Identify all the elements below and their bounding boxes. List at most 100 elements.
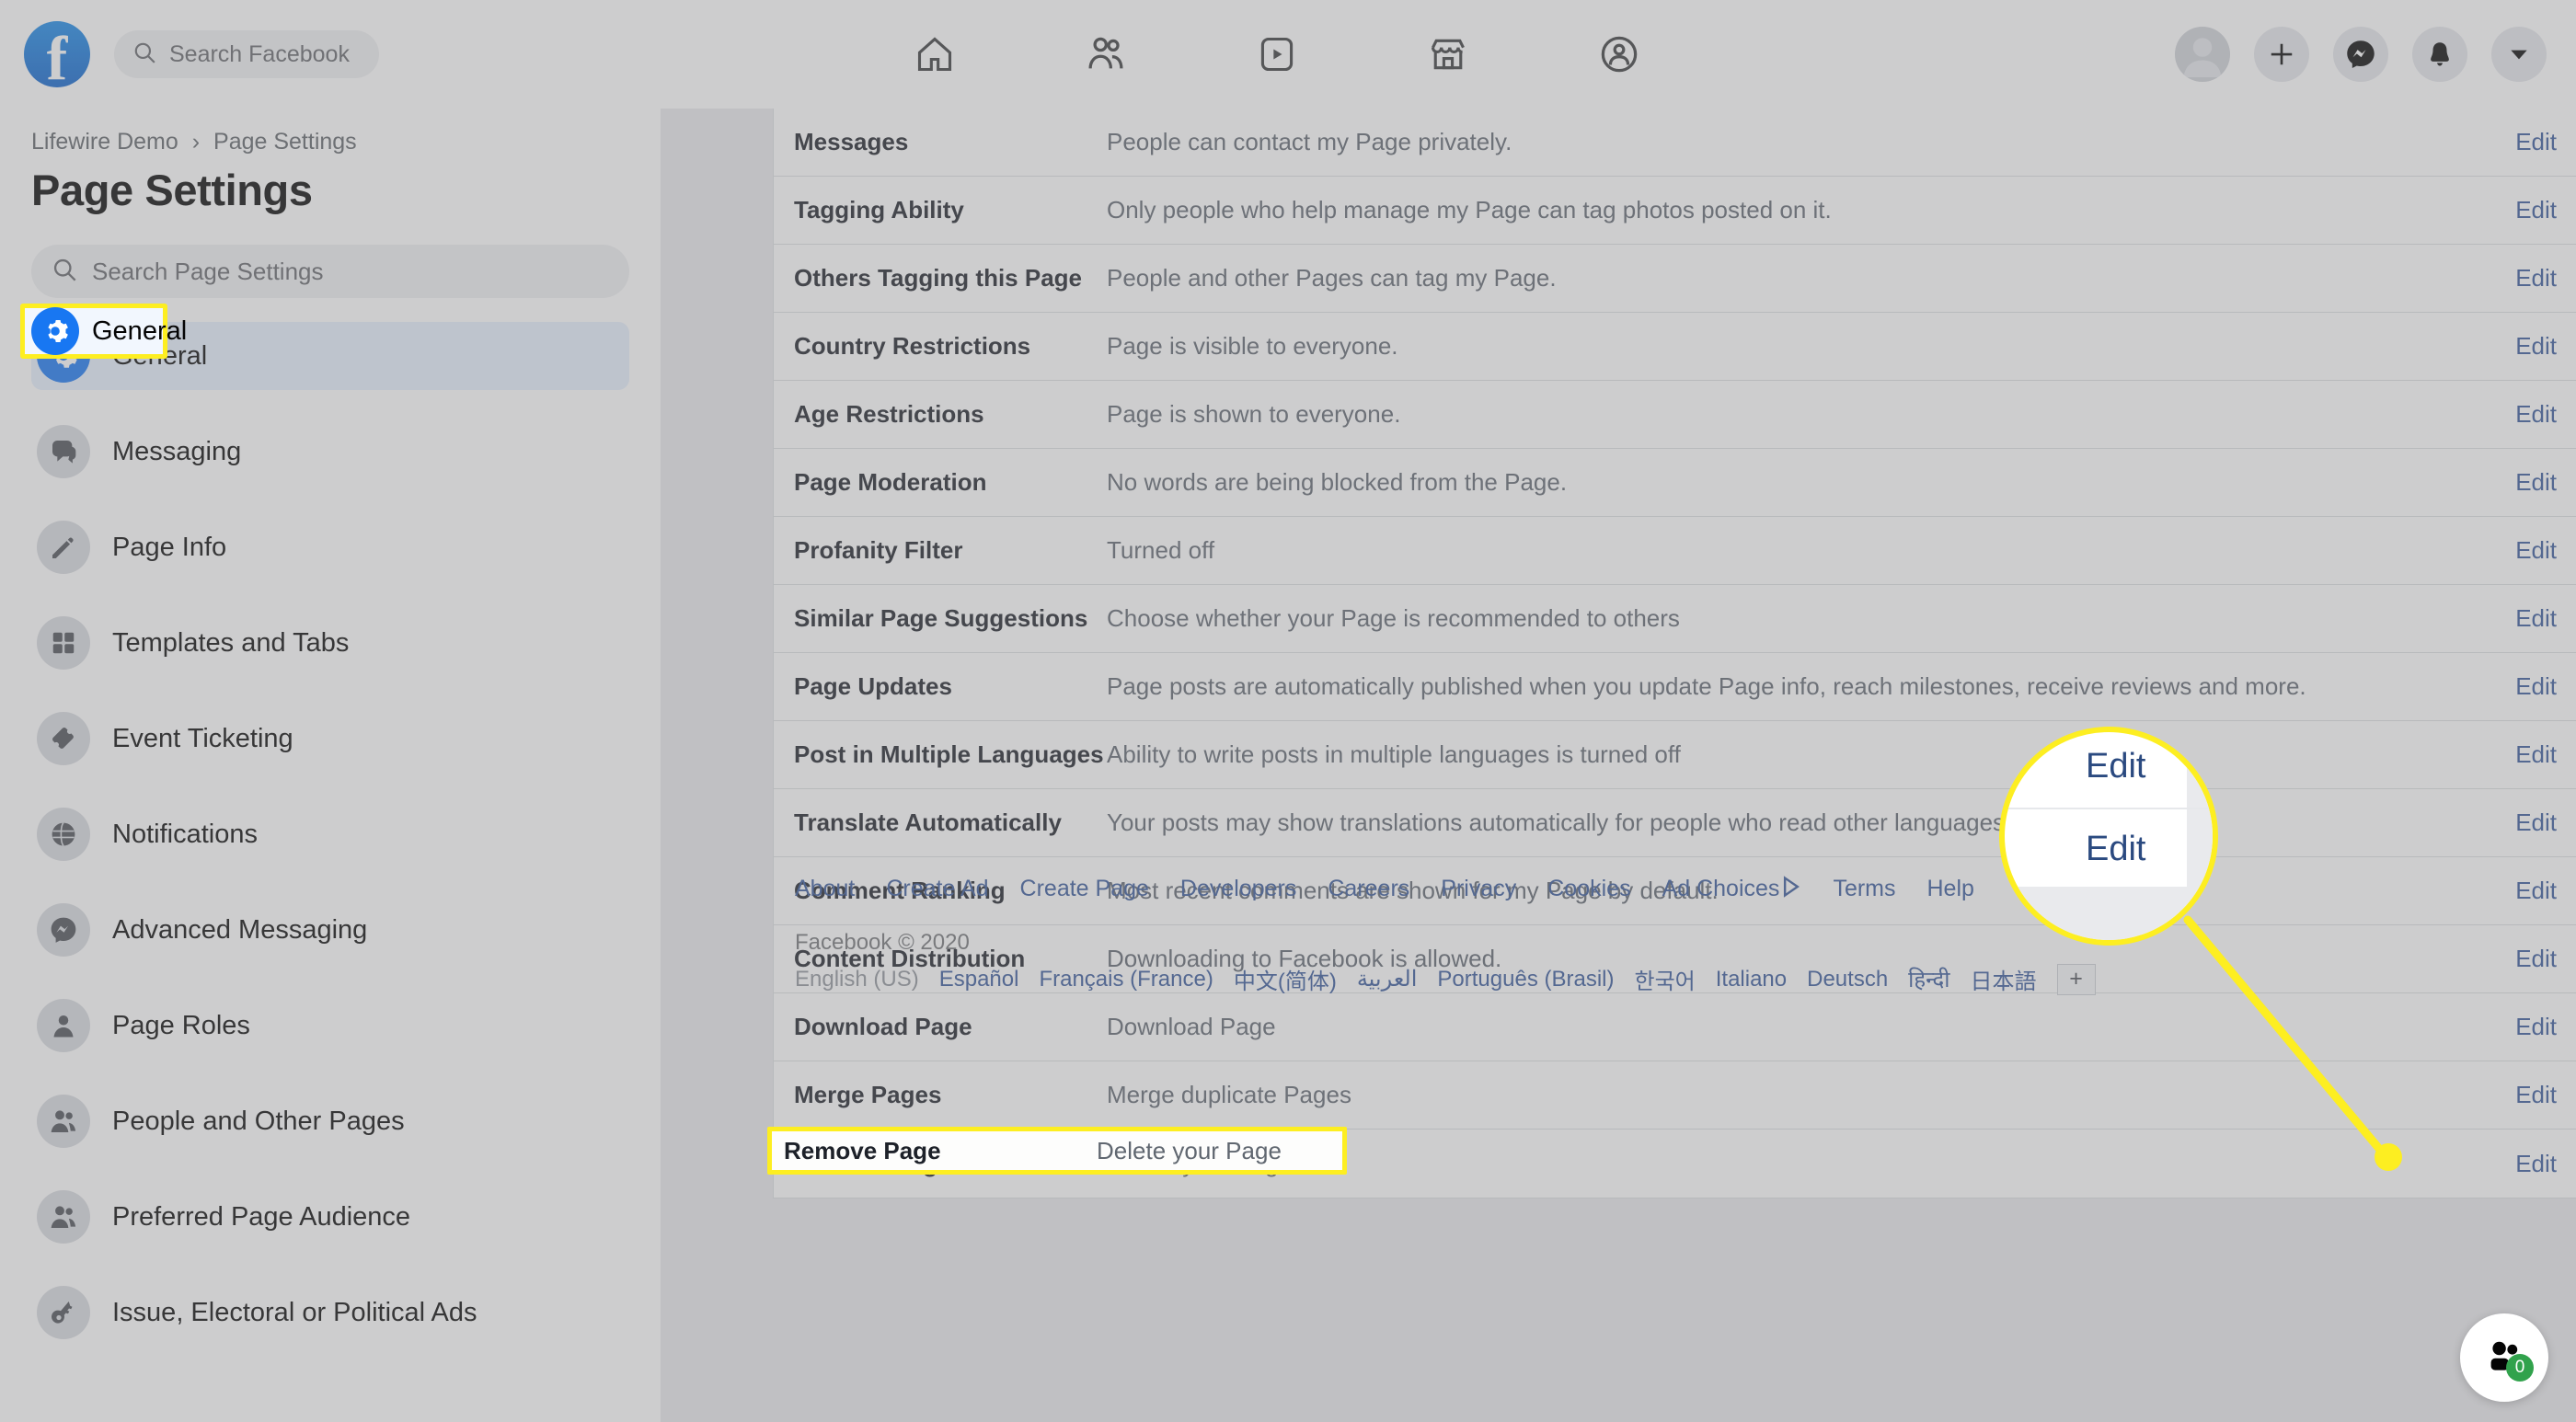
- footer-link-create-ad[interactable]: Create Ad: [886, 876, 988, 902]
- footer-link-cookies[interactable]: Cookies: [1547, 876, 1630, 902]
- table-row[interactable]: Country Restrictions Page is visible to …: [774, 313, 2576, 381]
- friends-icon[interactable]: [1077, 26, 1134, 83]
- language-option[interactable]: हिन्दी: [1908, 964, 1949, 994]
- sidebar-item-label: General: [112, 340, 208, 371]
- edit-link[interactable]: Edit: [2515, 604, 2557, 633]
- edit-link[interactable]: Edit: [2515, 400, 2557, 429]
- setting-label: Translate Automatically: [794, 808, 1062, 836]
- sidebar-item-preferred-page-audience[interactable]: Preferred Page Audience: [31, 1183, 629, 1251]
- footer-link-ad-choices[interactable]: Ad Choices: [1662, 876, 1802, 902]
- language-option[interactable]: 한국어: [1634, 963, 1695, 995]
- edit-link[interactable]: Edit: [2515, 1081, 2557, 1109]
- facebook-logo[interactable]: f: [24, 21, 90, 91]
- edit-link[interactable]: Edit: [2515, 740, 2557, 769]
- setting-description: Your posts may show translations automat…: [1107, 808, 2012, 836]
- top-navigation-bar: f Search Facebook: [0, 0, 2576, 109]
- edit-link[interactable]: Edit: [2515, 128, 2557, 156]
- table-row[interactable]: Download Page Download Page Edit: [774, 993, 2576, 1061]
- sidebar-item-page-info[interactable]: Page Info: [31, 513, 629, 581]
- table-row[interactable]: Messages People can contact my Page priv…: [774, 109, 2576, 177]
- edit-link[interactable]: Edit: [2515, 332, 2557, 361]
- sidebar-item-page-roles[interactable]: Page Roles: [31, 992, 629, 1060]
- table-row[interactable]: Tagging Ability Only people who help man…: [774, 177, 2576, 245]
- footer-link-about[interactable]: About: [795, 876, 855, 902]
- more-languages-button[interactable]: +: [2056, 963, 2096, 995]
- table-row[interactable]: Similar Page Suggestions Choose whether …: [774, 585, 2576, 653]
- setting-label: Post in Multiple Languages: [794, 740, 1104, 768]
- setting-description: People and other Pages can tag my Page.: [1107, 264, 1557, 292]
- footer-link-developers[interactable]: Developers: [1180, 876, 1296, 902]
- language-option[interactable]: Deutsch: [1807, 967, 1888, 992]
- edit-link[interactable]: Edit: [2515, 808, 2557, 837]
- setting-description: Page posts are automatically published w…: [1107, 672, 2306, 700]
- edit-link[interactable]: Edit: [2515, 536, 2557, 565]
- table-row[interactable]: Page Moderation No words are being block…: [774, 449, 2576, 517]
- setting-description: Delete your Page: [1107, 1149, 1292, 1177]
- edit-link[interactable]: Edit: [2515, 1150, 2557, 1178]
- search-icon: [132, 40, 156, 69]
- setting-label: Page Updates: [794, 672, 952, 700]
- chat-unread-badge: 0: [2506, 1354, 2534, 1382]
- plus-icon[interactable]: [2254, 27, 2309, 82]
- table-row[interactable]: Profanity Filter Turned off Edit: [774, 517, 2576, 585]
- pencil-icon: [37, 521, 90, 574]
- watch-icon[interactable]: [1248, 26, 1305, 83]
- marketplace-icon[interactable]: [1420, 26, 1477, 83]
- language-option[interactable]: Português (Brasil): [1437, 967, 1614, 992]
- setting-description: Merge duplicate Pages: [1107, 1081, 1351, 1108]
- footer-link-terms[interactable]: Terms: [1833, 876, 1895, 902]
- setting-label: Country Restrictions: [794, 332, 1031, 360]
- table-row[interactable]: Post in Multiple Languages Ability to wr…: [774, 721, 2576, 789]
- footer-link-careers[interactable]: Careers: [1328, 876, 1409, 902]
- edit-link[interactable]: Edit: [2515, 196, 2557, 224]
- settings-search-input[interactable]: Search Page Settings: [31, 245, 629, 298]
- sidebar-item-general[interactable]: General: [31, 322, 629, 390]
- person-icon: [37, 999, 90, 1052]
- grid-icon: [37, 616, 90, 670]
- edit-link[interactable]: Edit: [2515, 1013, 2557, 1041]
- sidebar-item-label: Templates and Tabs: [112, 627, 350, 658]
- footer-link-create-page[interactable]: Create Page: [1020, 876, 1149, 902]
- language-option[interactable]: 日本語: [1971, 963, 2037, 995]
- avatar[interactable]: [2175, 27, 2230, 82]
- language-option[interactable]: Español: [939, 967, 1019, 992]
- chevron-down-icon[interactable]: [2491, 27, 2547, 82]
- footer-link-help[interactable]: Help: [1927, 876, 1974, 902]
- language-option[interactable]: 中文(简体): [1234, 963, 1337, 995]
- sidebar-item-advanced-messaging[interactable]: Advanced Messaging: [31, 896, 629, 964]
- language-option[interactable]: العربية: [1357, 966, 1418, 992]
- sidebar-item-label: Notifications: [112, 819, 258, 849]
- chat-widget-button[interactable]: 0: [2460, 1313, 2548, 1402]
- footer-link-privacy[interactable]: Privacy: [1441, 876, 1516, 902]
- sidebar-item-issue-electoral-political-ads[interactable]: Issue, Electoral or Political Ads: [31, 1279, 629, 1347]
- table-row[interactable]: Merge Pages Merge duplicate Pages Edit: [774, 1061, 2576, 1130]
- sidebar-item-event-ticketing[interactable]: Event Ticketing: [31, 705, 629, 773]
- sidebar-item-templates-and-tabs[interactable]: Templates and Tabs: [31, 609, 629, 677]
- table-row[interactable]: Age Restrictions Page is shown to everyo…: [774, 381, 2576, 449]
- groups-icon[interactable]: [1591, 26, 1648, 83]
- setting-label: Messages: [794, 128, 909, 155]
- sidebar-item-label: Page Roles: [112, 1010, 250, 1040]
- table-row[interactable]: Others Tagging this Page People and othe…: [774, 245, 2576, 313]
- breadcrumb-parent[interactable]: Lifewire Demo: [31, 129, 178, 155]
- sidebar-item-label: Messaging: [112, 436, 242, 466]
- setting-description: Choose whether your Page is recommended …: [1107, 604, 1680, 632]
- table-row[interactable]: Page Updates Page posts are automaticall…: [774, 653, 2576, 721]
- sidebar-item-messaging[interactable]: Messaging: [31, 418, 629, 486]
- ad-choices-triangle-icon: [1781, 876, 1801, 902]
- language-option[interactable]: Italiano: [1716, 967, 1787, 992]
- edit-link[interactable]: Edit: [2515, 264, 2557, 292]
- sidebar-item-people-and-other-pages[interactable]: People and Other Pages: [31, 1087, 629, 1155]
- home-icon[interactable]: [906, 26, 963, 83]
- table-row-remove-page[interactable]: Remove Page Delete your Page Edit: [774, 1130, 2576, 1198]
- messenger-icon[interactable]: [2333, 27, 2388, 82]
- edit-link[interactable]: Edit: [2515, 468, 2557, 497]
- edit-link[interactable]: Edit: [2515, 672, 2557, 701]
- language-option[interactable]: Français (France): [1039, 967, 1213, 992]
- general-settings-card: Messages People can contact my Page priv…: [773, 109, 2576, 1198]
- search-input[interactable]: Search Facebook: [114, 30, 379, 78]
- footer-link-list: About Create Ad Create Page Developers C…: [795, 876, 2576, 902]
- settings-sidebar: Lifewire Demo › Page Settings Page Setti…: [0, 109, 661, 1422]
- bell-icon[interactable]: [2412, 27, 2467, 82]
- sidebar-item-notifications[interactable]: Notifications: [31, 800, 629, 868]
